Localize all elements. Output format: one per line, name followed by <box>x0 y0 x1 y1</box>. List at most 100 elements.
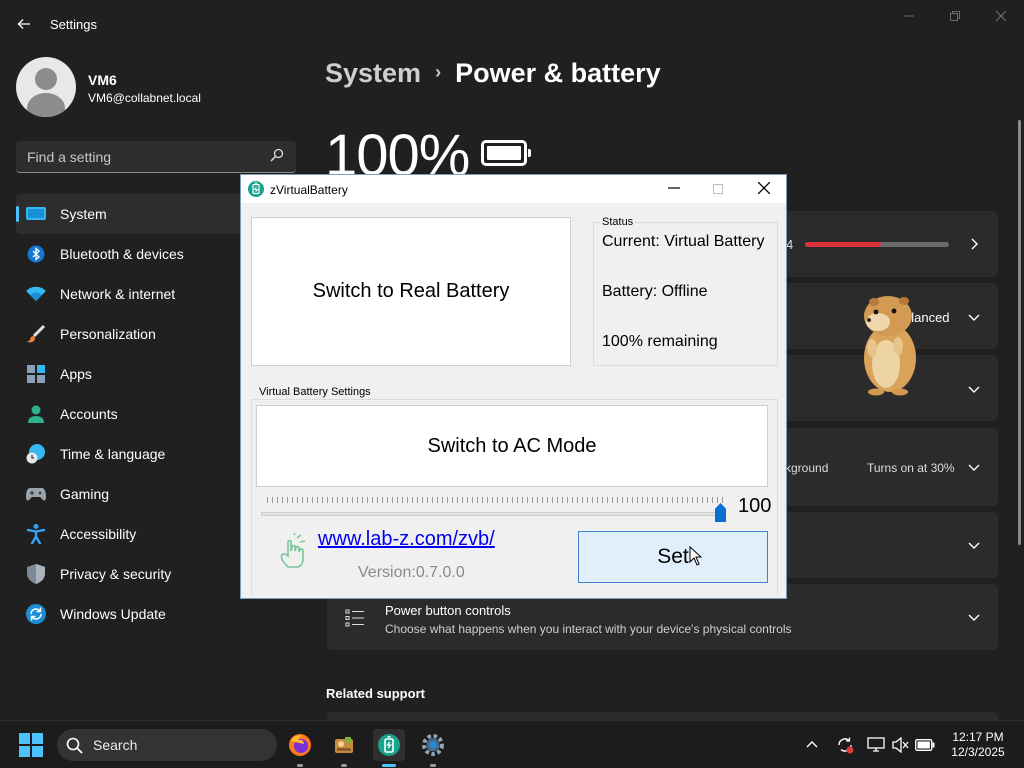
taskbar-app-firefox[interactable] <box>284 729 316 767</box>
usage-bar <box>805 242 949 247</box>
battery-level-slider[interactable] <box>261 512 725 516</box>
related-support-card[interactable] <box>327 712 998 720</box>
minimize-icon <box>668 187 680 189</box>
dialog-minimize-button[interactable] <box>660 179 688 199</box>
energy-saver-description: kground <box>785 461 829 475</box>
mouse-cursor-icon <box>689 546 703 566</box>
user-email: VM6@collabnet.local <box>88 91 201 105</box>
taskbar-clock[interactable]: 12:17 PM 12/3/2025 <box>940 730 1016 760</box>
brush-icon <box>26 324 46 344</box>
breadcrumb: System › Power & battery <box>325 58 661 89</box>
back-button[interactable] <box>12 12 36 36</box>
virtual-battery-settings-legend: Virtual Battery Settings <box>257 386 373 398</box>
arrow-left-icon <box>17 19 30 29</box>
status-remaining: 100% remaining <box>602 333 718 350</box>
search-input[interactable]: Find a setting <box>16 141 296 173</box>
clock-date: 12/3/2025 <box>951 745 1005 759</box>
chevron-down-icon <box>968 542 980 549</box>
search-placeholder: Find a setting <box>27 149 112 165</box>
taskbar-search[interactable]: Search <box>57 729 277 761</box>
website-link[interactable]: www.lab-z.com/zvb/ <box>318 528 495 551</box>
sidebar-item-label: Bluetooth & devices <box>60 246 184 262</box>
scrollbar[interactable] <box>1018 120 1021 545</box>
status-legend: Status <box>600 216 636 228</box>
close-icon <box>757 181 771 195</box>
close-button[interactable] <box>986 8 1016 28</box>
power-button-title: Power button controls <box>385 603 511 618</box>
taskbar-search-label: Search <box>93 737 138 753</box>
globe-clock-icon <box>26 444 46 464</box>
bluetooth-icon <box>26 244 46 264</box>
tray-battery-icon[interactable] <box>915 735 935 755</box>
minimize-icon <box>904 15 914 17</box>
energy-saver-value: Turns on at 30% <box>867 461 955 475</box>
taskbar: Search 12:17 PM 12/3/2025 <box>0 720 1024 768</box>
page-title: Power & battery <box>455 58 661 88</box>
sidebar-item-label: Apps <box>60 366 92 382</box>
zvirtualbattery-dialog: zVirtualBattery Switch to Real Battery S… <box>240 174 787 599</box>
chevron-right-icon <box>971 238 978 250</box>
sidebar-item-label: Personalization <box>60 326 156 342</box>
zvirtualbattery-icon <box>378 734 400 756</box>
battery-icon <box>481 140 531 166</box>
hamster-image <box>864 296 916 396</box>
firefox-icon <box>289 734 311 756</box>
breadcrumb-separator: › <box>435 62 442 82</box>
sidebar-item-label: Network & internet <box>60 286 176 302</box>
zvirtualbattery-app-icon <box>248 181 264 197</box>
show-hidden-icons-button[interactable] <box>802 735 822 755</box>
breadcrumb-parent[interactable]: System <box>325 58 421 88</box>
settings-gear-icon <box>422 734 444 756</box>
switch-to-real-battery-button[interactable]: Switch to Real Battery <box>251 217 571 366</box>
avatar <box>16 57 76 117</box>
dialog-close-button[interactable] <box>750 179 778 199</box>
slider-ticks <box>267 497 723 503</box>
status-current: Current: Virtual Battery <box>602 233 765 250</box>
maximize-icon <box>713 184 723 194</box>
taskbar-app-settings[interactable] <box>417 729 449 767</box>
dialog-title: zVirtualBattery <box>270 183 348 197</box>
chevron-down-icon <box>968 464 980 471</box>
search-icon <box>270 148 284 162</box>
battery-tray-icon <box>915 739 935 751</box>
related-support-heading: Related support <box>326 686 425 701</box>
tray-volume-icon[interactable] <box>891 735 911 755</box>
chevron-down-icon <box>968 386 980 393</box>
wifi-icon <box>26 284 46 304</box>
app-title: Settings <box>50 17 97 32</box>
user-name: VM6 <box>88 72 117 88</box>
monitor-icon <box>867 737 885 752</box>
tray-sync-icon[interactable] <box>835 735 855 755</box>
usage-bar-fill <box>805 242 882 247</box>
taskbar-app-zvirtualbattery[interactable] <box>373 729 405 767</box>
hand-tap-icon <box>280 533 306 568</box>
dialog-maximize-button[interactable] <box>704 179 732 199</box>
sidebar-item-windows-update[interactable]: Windows Update <box>16 594 296 634</box>
volume-muted-icon <box>892 737 909 753</box>
clock-time: 12:17 PM <box>952 730 1004 744</box>
version-label: Version:0.7.0.0 <box>358 564 465 581</box>
dialog-titlebar[interactable]: zVirtualBattery <box>241 175 786 203</box>
chevron-up-icon <box>806 741 818 748</box>
sidebar-item-label: Time & language <box>60 446 166 462</box>
minimize-button[interactable] <box>894 8 924 28</box>
taskbar-app-game[interactable] <box>328 729 360 767</box>
restore-button[interactable] <box>940 8 970 28</box>
apps-icon <box>26 364 46 384</box>
chevron-down-icon <box>968 314 980 321</box>
sidebar-item-label: Gaming <box>60 486 110 502</box>
restore-icon <box>950 11 960 21</box>
slider-value: 100 <box>738 495 772 517</box>
power-button-description: Choose what happens when you interact wi… <box>385 622 792 636</box>
tray-display-icon[interactable] <box>866 735 886 755</box>
status-battery: Battery: Offline <box>602 283 708 300</box>
chevron-down-icon <box>968 614 980 621</box>
search-icon <box>66 737 83 754</box>
settings-titlebar: Settings <box>0 0 1024 48</box>
switch-to-ac-mode-button[interactable]: Switch to AC Mode <box>256 405 768 487</box>
sync-alert-icon <box>838 737 854 754</box>
set-button[interactable]: Set <box>578 531 768 583</box>
person-icon <box>26 404 46 424</box>
accessibility-icon <box>26 524 46 544</box>
windows-start-icon[interactable] <box>19 733 43 757</box>
